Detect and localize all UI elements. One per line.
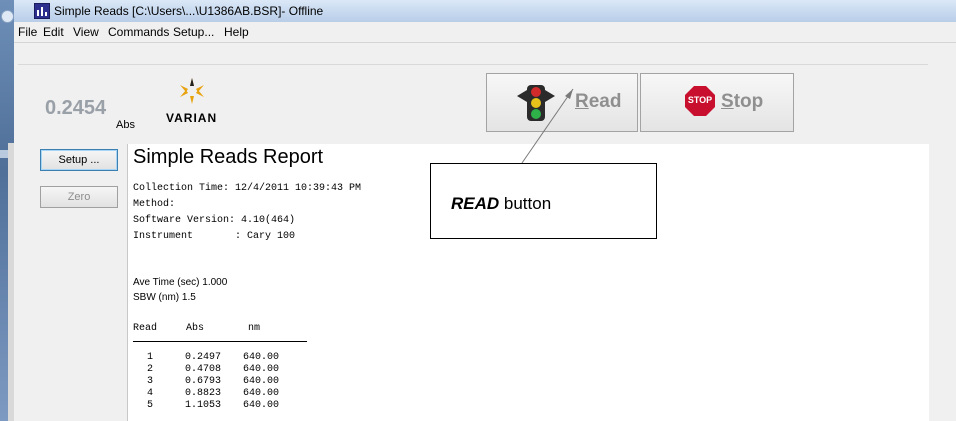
report-software-version: Software Version: 4.10(464)	[133, 215, 296, 226]
traffic-light-wing	[517, 90, 527, 102]
stop-button-label: Stop	[721, 91, 764, 112]
stop-button[interactable]: STOP Stop	[640, 73, 794, 132]
setup-button[interactable]: Setup ...	[40, 149, 118, 171]
annotation-text: READ button	[451, 194, 552, 213]
varian-logo-text: VARIAN	[166, 111, 218, 125]
left-panel-edge	[8, 143, 14, 421]
read-button[interactable]: Read	[486, 73, 638, 132]
menu-commands[interactable]: Commands	[108, 25, 169, 39]
report-title: Simple Reads Report	[133, 146, 324, 168]
menu-file[interactable]: File	[18, 25, 37, 39]
report-instrument: Instrument : Cary 100	[133, 231, 296, 242]
menu-help[interactable]: Help	[224, 25, 249, 39]
absorbance-unit: Abs	[116, 119, 135, 131]
report-ave-time: Ave Time (sec) 1.000	[133, 277, 228, 288]
table-divider	[133, 341, 307, 342]
column-header-read: Read	[133, 323, 158, 334]
stop-sign-icon: STOP	[685, 86, 715, 116]
traffic-light-icon	[527, 85, 545, 121]
menu-edit[interactable]: Edit	[43, 25, 64, 39]
menu-setup[interactable]: Setup...	[173, 25, 214, 39]
report-sbw: SBW (nm) 1.5	[133, 292, 196, 303]
annotation-callout: READ button	[430, 163, 657, 239]
column-header-nm: nm	[248, 323, 261, 334]
read-button-label: Read	[575, 91, 622, 112]
absorbance-readout: 0.2454	[45, 97, 107, 119]
app-icon	[34, 3, 50, 19]
title-bar: Simple Reads [C:\Users\...\U1386AB.BSR]-…	[14, 0, 956, 23]
column-header-abs: Abs	[186, 323, 205, 334]
report-collection-time: Collection Time: 12/4/2011 10:39:43 PM	[133, 183, 362, 194]
report-method: Method:	[133, 199, 176, 210]
varian-logo-icon	[180, 78, 204, 104]
traffic-light-wing	[545, 90, 555, 102]
zero-button[interactable]: Zero	[40, 186, 118, 208]
menu-bar: File Edit View Commands Setup... Help	[14, 22, 956, 43]
desktop-icon	[1, 10, 14, 23]
window-title: Simple Reads [C:\Users\...\U1386AB.BSR]-…	[54, 4, 324, 18]
menu-view[interactable]: View	[73, 25, 99, 39]
